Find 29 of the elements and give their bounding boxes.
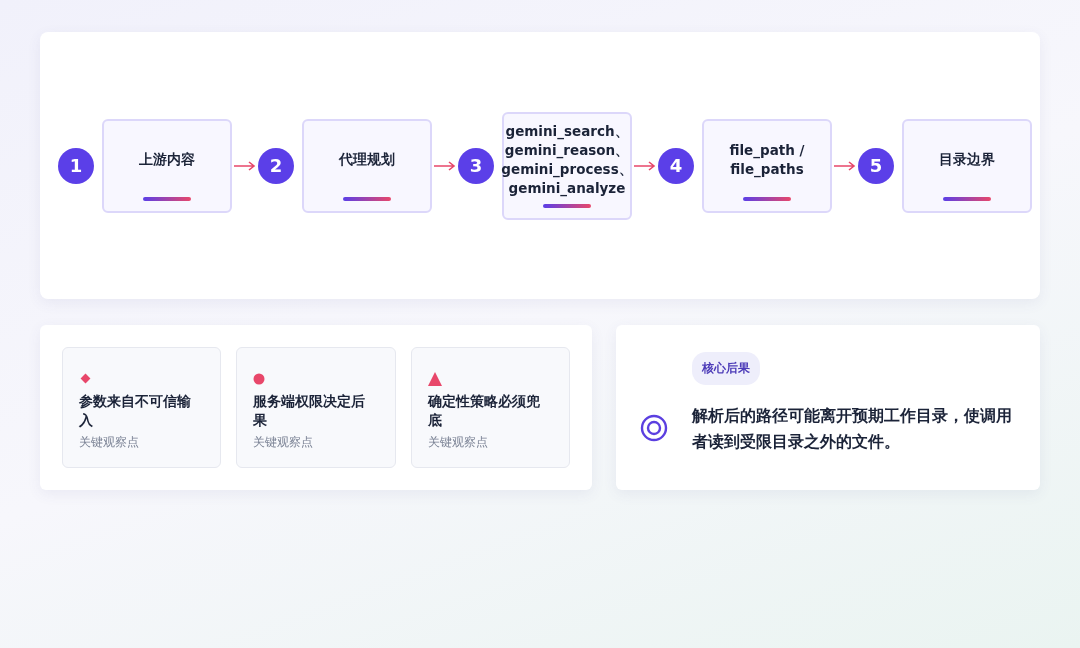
arrow-icon	[234, 160, 256, 171]
arrow-icon	[634, 160, 656, 171]
arrow-icon	[834, 160, 856, 171]
triangle-icon	[427, 372, 442, 386]
step-number: 5	[858, 147, 894, 184]
step-number: 4	[658, 147, 694, 184]
step-label: gemini_search、gemini_reason、gemini_process、gemini_analyze	[501, 121, 633, 198]
gradient-bar	[543, 203, 591, 208]
observation-caption: 关键观察点	[253, 434, 315, 451]
outcome-text: 解析后的路径可能离开预期工作目录，使调用者读到受限目录之外的文件。	[692, 405, 1013, 453]
observation-title: 服务端权限决定后果	[253, 392, 367, 430]
gradient-bar	[943, 196, 991, 201]
observation-caption: 关键观察点	[427, 434, 489, 451]
observation-title: 确定性策略必须兜底	[427, 392, 541, 430]
step-number: 1	[58, 147, 94, 184]
step-label: 目录边界	[939, 150, 995, 169]
target-icon	[640, 413, 668, 442]
step-number: 2	[258, 147, 294, 184]
step-label: 代理规划	[339, 150, 395, 169]
outcome-badge: 核心后果	[692, 352, 760, 385]
gradient-bar	[743, 196, 791, 201]
step-label: 上游内容	[139, 150, 195, 169]
observation-caption: 关键观察点	[79, 434, 140, 451]
gradient-bar	[143, 196, 191, 201]
gradient-bar	[343, 196, 391, 201]
step-label: file_path / file_paths	[728, 140, 806, 179]
observation-title: 参数来自不可信输入	[79, 392, 192, 430]
arrow-icon	[434, 160, 456, 171]
step-number: 3	[458, 147, 494, 184]
